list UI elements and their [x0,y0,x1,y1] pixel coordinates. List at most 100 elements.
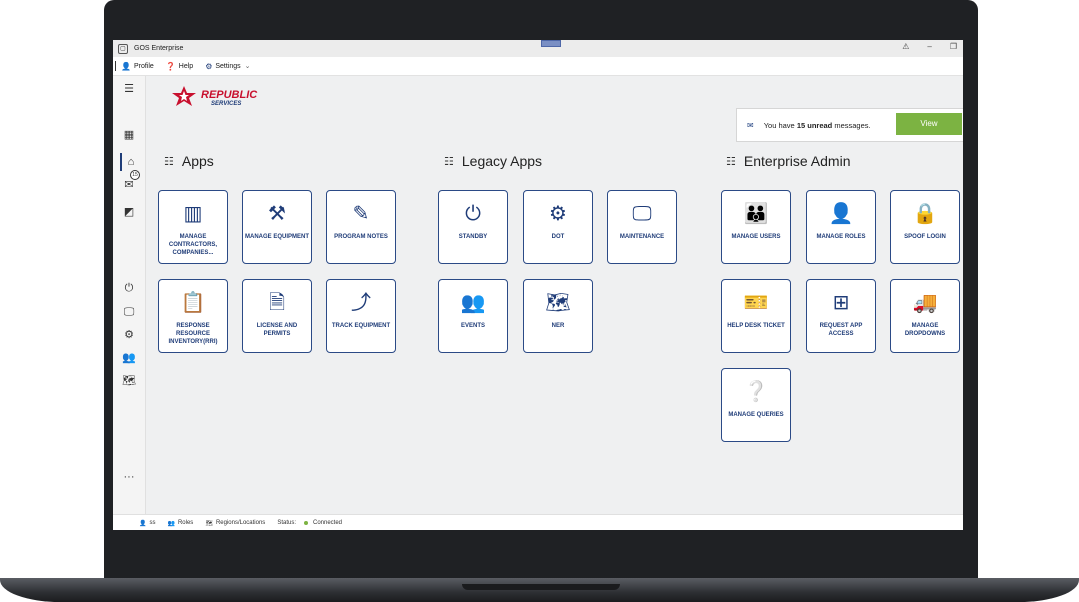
status-roles[interactable]: 👥 Roles [167,520,193,527]
app-icon: ▢ [118,43,128,54]
status-user[interactable]: 👤 ss [139,520,155,527]
tile-label: MANAGE DROPDOWNS [904,323,946,337]
route-icon: ⤴ [351,292,371,314]
tile-ner[interactable]: 🗺 NER [523,279,593,353]
map-icon: 🗺 [205,520,213,527]
note-icon[interactable]: ◩ [120,203,138,221]
tile-label: MANAGE USERS [731,234,781,240]
connected-dot-icon [304,521,308,525]
monitor-icon: 🖵 [632,203,652,225]
more-icon[interactable]: ··· [120,468,138,486]
tile-rri[interactable]: 📋 RESPONSE RESOURCE INVENTORY(RRI) [158,279,228,353]
power-icon: ⏻ [465,203,481,225]
users-group-icon: 👪 [743,203,769,225]
list-icon: ☷ [726,155,736,168]
gear-icon: ⚙ [549,203,567,225]
gear-icon: ⚙ [205,61,213,71]
tile-label: LICENSE AND PERMITS [256,323,298,337]
map-icon[interactable]: 🗺 [120,372,138,390]
tile-license-permits[interactable]: 🗎 LICENSE AND PERMITS [242,279,312,353]
brand-sub: SERVICES [211,101,242,107]
user-question-icon: ❔ [743,381,769,403]
tile-manage-contractors[interactable]: ▥ MANAGE CONTRACTORS, COMPANIES... [158,190,228,264]
tile-label: MANAGE CONTRACTORS, COMPANIES... [168,234,218,256]
regions-label: Regions/Locations [215,520,266,526]
settings-menu[interactable]: ⚙ Settings ⌄ [205,62,250,71]
monitor-icon[interactable]: 🖵 [120,303,138,321]
tile-manage-dropdowns[interactable]: 🚚 MANAGE DROPDOWNS [890,279,960,353]
tile-dot[interactable]: ⚙ DOT [523,190,593,264]
dashboard-icon[interactable]: ▦ [120,126,138,144]
tile-label: NER [551,323,565,329]
status-value: Connected [313,520,343,526]
tile-label: SPOOF LOGIN [904,234,946,240]
tile-label: MANAGE EQUIPMENT [245,234,310,240]
tile-label: MANAGE ROLES [816,234,866,240]
drag-handle[interactable] [541,40,561,47]
tile-label: PROGRAM NOTES [334,234,388,240]
minimize-icon[interactable]: – [927,42,931,51]
user-lock-icon: 🔒 [912,203,938,225]
star-logo-icon [172,86,196,106]
map-icon: 🗺 [545,292,571,314]
people-list-icon[interactable]: 👥 [120,349,138,367]
app-window: ▢ GOS Enterprise ⚠ – ❐ 👤 Profile ❓ Help … [113,40,963,530]
clipboard-check-icon: 📋 [180,292,206,314]
hamburger-icon[interactable]: ☰ [120,80,138,98]
ticket-add-icon: 🎫 [743,292,769,314]
help-icon: ❓ [165,61,176,71]
brand-wordmark: REPUBLIC SERVICES [201,90,257,109]
envelope-icon: ✉ [747,120,754,130]
tile-help-desk[interactable]: 🎫 HELP DESK TICKET [721,279,791,353]
title-bar: ▢ GOS Enterprise ⚠ – ❐ [113,40,963,57]
tile-standby[interactable]: ⏻ STANDBY [438,190,508,264]
tile-label: MAINTENANCE [619,234,665,240]
tile-manage-queries[interactable]: ❔ MANAGE QUERIES [721,368,791,442]
menu-divider [115,61,116,71]
tile-program-notes[interactable]: ✎ PROGRAM NOTES [326,190,396,264]
power-icon[interactable]: ⏻ [120,279,138,297]
brand-logo: REPUBLIC SERVICES [170,85,257,109]
tile-maintenance[interactable]: 🖵 MAINTENANCE [607,190,677,264]
mail-icon[interactable]: ✉ 15 [120,170,140,194]
msg-suffix: messages. [834,120,871,130]
grid-add-icon: ⊞ [832,292,850,314]
tile-label: DOT [551,234,565,240]
sidebar: ☰ ▦ ⌂ ✉ 15 ◩ ⏻ 🖵 ⚙ 👥 🗺 ··· [113,76,146,514]
list-icon: ☷ [444,155,454,168]
tile-manage-equipment[interactable]: ⚒ MANAGE EQUIPMENT [242,190,312,264]
view-button[interactable]: View [896,113,962,135]
gear-icon[interactable]: ⚙ [120,326,138,344]
tile-label: TRACK EQUIPMENT [331,323,391,329]
status-connection: Status: Connected [277,520,342,526]
tile-manage-users[interactable]: 👪 MANAGE USERS [721,190,791,264]
window-controls: ⚠ – ❐ [902,42,957,51]
roles-icon: 👥 [167,520,175,527]
warning-icon[interactable]: ⚠ [902,42,909,51]
user-label: ss [149,520,156,526]
chevron-down-icon: ⌄ [244,63,251,70]
msg-prefix: You have [763,120,795,130]
status-regions[interactable]: 🗺 Regions/Locations [205,520,265,527]
tile-request-access[interactable]: ⊞ REQUEST APP ACCESS [806,279,876,353]
roles-label: Roles [177,520,194,526]
laptop-notch [462,584,620,590]
tile-label: EVENTS [460,323,485,329]
help-menu[interactable]: ❓ Help [166,62,193,71]
home-icon[interactable]: ⌂ [120,153,140,171]
tile-label: RESPONSE RESOURCE INVENTORY(RRI) [168,323,218,345]
admin-title: Enterprise Admin [743,153,851,169]
unread-badge: 15 [130,170,140,180]
tile-events[interactable]: 👥 EVENTS [438,279,508,353]
tile-label: STANDBY [458,234,488,240]
tile-track-equipment[interactable]: ⤴ TRACK EQUIPMENT [326,279,396,353]
restore-icon[interactable]: ❐ [950,42,957,51]
building-icon: ▥ [183,203,203,225]
msg-count: 15 unread [796,120,833,130]
profile-menu[interactable]: 👤 Profile [121,62,154,71]
help-label: Help [178,62,194,70]
tile-manage-roles[interactable]: 👤 MANAGE ROLES [806,190,876,264]
status-bar: 👤 ss 👥 Roles 🗺 Regions/Locations Status:… [113,514,963,530]
tile-spoof-login[interactable]: 🔒 SPOOF LOGIN [890,190,960,264]
note-edit-icon: ✎ [352,203,370,225]
